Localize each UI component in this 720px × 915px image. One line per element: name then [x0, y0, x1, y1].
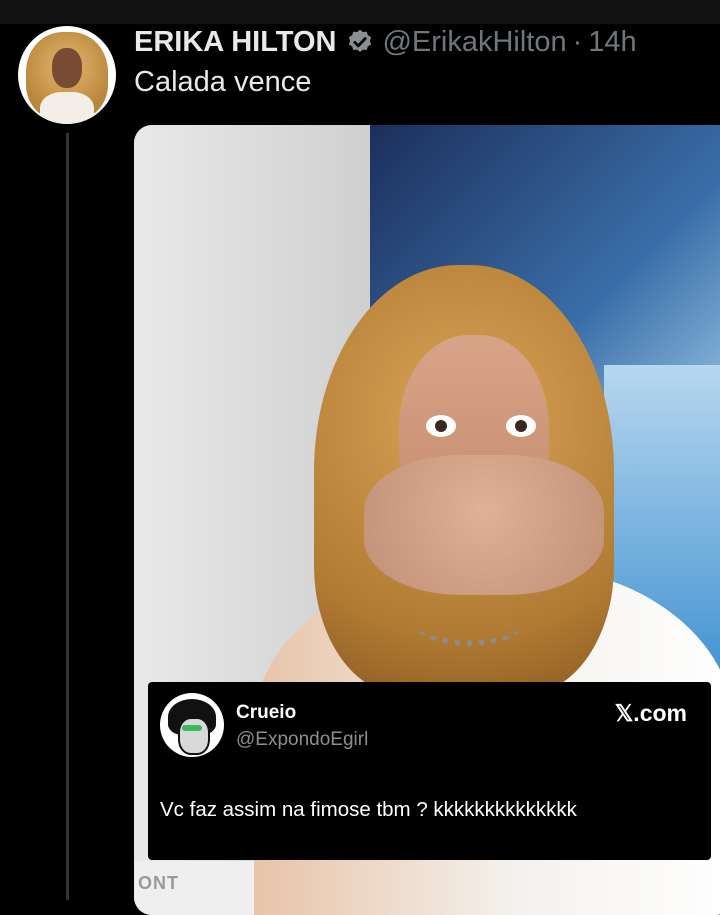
avatar-body: [40, 92, 94, 124]
x-logo-icon: 𝕏.com: [614, 700, 687, 726]
status-bar: [0, 0, 720, 24]
thread-line: [66, 133, 69, 900]
photo-person-left-eye: [426, 415, 456, 437]
quoted-avatar-eyes: [182, 725, 202, 731]
tweet-time[interactable]: 14h: [588, 26, 636, 59]
quoted-avatar[interactable]: [160, 693, 224, 757]
author-handle[interactable]: @ErikakHilton: [382, 26, 566, 59]
verified-badge-icon: [349, 29, 372, 52]
photo-person-hands: [364, 455, 604, 595]
quoted-handle[interactable]: @ExpondoEgirl: [236, 729, 368, 751]
separator-dot: ·: [572, 25, 583, 58]
photo-person-right-eye: [506, 415, 536, 437]
quoted-name[interactable]: Crueio: [236, 702, 296, 724]
author-avatar[interactable]: [18, 26, 116, 124]
avatar-face: [52, 48, 82, 88]
quoted-text: Vc faz assim na fimose tbm ? kkkkkkkkkkk…: [160, 798, 577, 821]
tweet-text: Calada vence: [134, 66, 312, 98]
tweet-header: ERIKA HILTON @ErikakHilton · 14h: [134, 22, 637, 62]
author-name[interactable]: ERIKA HILTON: [134, 26, 336, 59]
photo-person-necklace: [414, 600, 524, 646]
photo-sign-text: ONT: [138, 873, 179, 893]
quoted-tweet-card[interactable]: Crueio @ExpondoEgirl 𝕏.com Vc faz assim …: [148, 682, 711, 860]
quoted-avatar-mask: [178, 717, 210, 755]
